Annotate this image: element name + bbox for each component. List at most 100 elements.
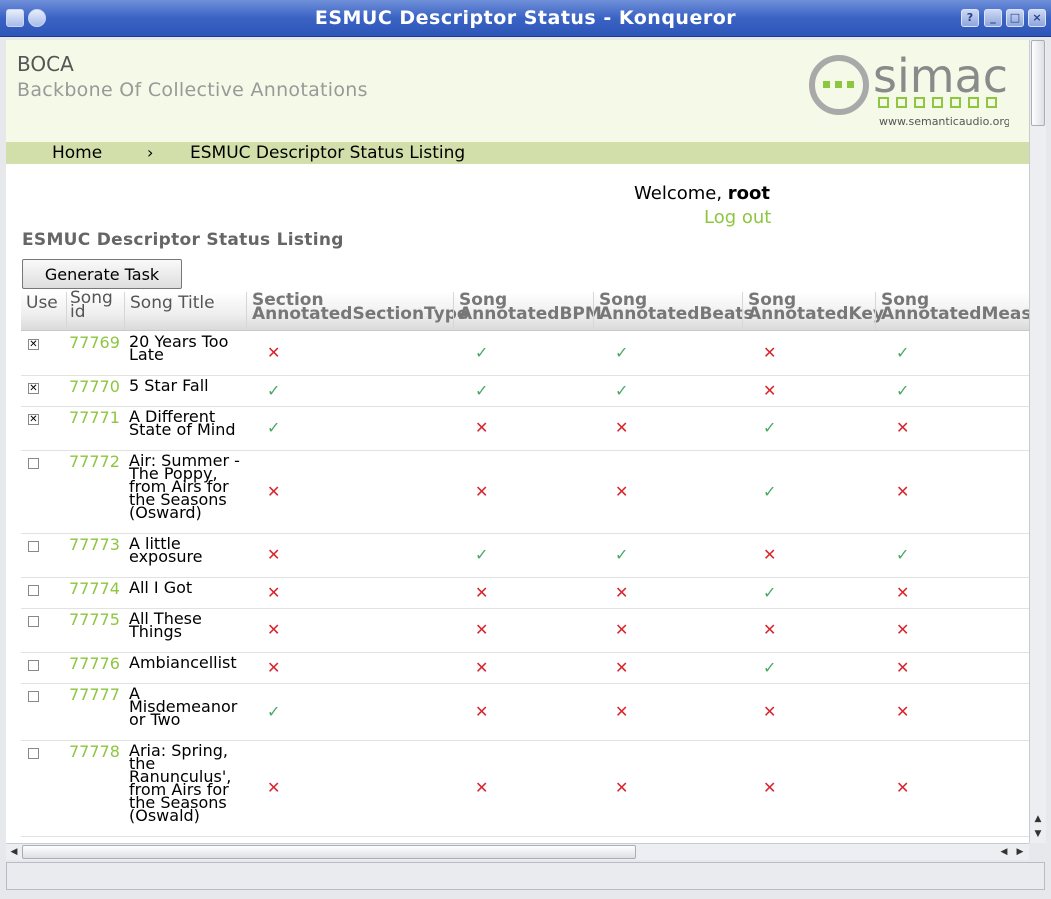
col-divider[interactable] (66, 292, 67, 330)
col-song-title[interactable]: Song Title (130, 293, 215, 313)
song-title: Ambiancellist (129, 653, 237, 672)
use-checkbox[interactable]: ✕ (28, 339, 39, 350)
col-divider[interactable] (453, 292, 454, 330)
logo-text: simac (873, 50, 1008, 103)
scroll-right-arrow-icon[interactable]: ▶ (1013, 845, 1027, 859)
col-divider[interactable] (742, 292, 743, 330)
song-id-link[interactable]: 77778 (69, 742, 120, 761)
cross-icon: ✕ (475, 778, 489, 797)
use-checkbox[interactable]: ✕ (28, 414, 39, 425)
check-icon: ✓ (615, 343, 629, 362)
simac-logo: simac www.semanticaudio.org (809, 50, 1009, 128)
cross-icon: ✕ (267, 620, 281, 639)
cross-icon: ✕ (615, 620, 629, 639)
minimize-icon[interactable]: _ (984, 9, 1002, 27)
horizontal-scrollbar[interactable]: ◀ ◀ ▶ (6, 843, 1029, 860)
site-subtitle: Backbone Of Collective Annotations (17, 79, 368, 101)
use-checkbox[interactable] (28, 585, 39, 596)
song-id-link[interactable]: 77774 (69, 579, 120, 598)
song-title: 5 Star Fall (129, 376, 209, 395)
col-divider[interactable] (593, 292, 594, 330)
horizontal-scroll-thumb[interactable] (22, 845, 636, 859)
generate-task-button[interactable]: Generate Task (22, 259, 182, 289)
song-title: A Different State of Mind (129, 407, 236, 439)
col-divider[interactable] (246, 292, 247, 330)
cross-icon: ✕ (896, 482, 910, 501)
scroll-down-arrow-icon[interactable]: ▼ (1031, 827, 1045, 841)
use-checkbox[interactable] (28, 616, 39, 627)
col-section-type-line2: AnnotatedSectionType (252, 304, 469, 324)
cross-icon: ✕ (475, 418, 489, 437)
song-id-link[interactable]: 77771 (69, 408, 120, 427)
breadcrumb-current: ESMUC Descriptor Status Listing (190, 143, 466, 163)
close-icon[interactable]: × (1028, 9, 1046, 27)
cross-icon: ✕ (267, 545, 281, 564)
maximize-icon[interactable]: □ (1006, 9, 1024, 27)
cross-icon: ✕ (763, 545, 777, 564)
col-divider[interactable] (124, 292, 125, 330)
use-checkbox[interactable] (28, 458, 39, 469)
cross-icon: ✕ (896, 702, 910, 721)
use-checkbox[interactable] (28, 691, 39, 702)
col-measures-line2: AnnotatedMeasur (881, 304, 1029, 324)
song-id-link[interactable]: 77773 (69, 535, 120, 554)
col-key-line2: AnnotatedKey (748, 304, 884, 324)
cross-icon: ✕ (475, 482, 489, 501)
cross-icon: ✕ (615, 702, 629, 721)
check-icon: ✓ (267, 381, 281, 400)
welcome-label: Welcome, (634, 183, 723, 204)
page-title: ESMUC Descriptor Status Listing (22, 230, 344, 250)
cross-icon: ✕ (267, 778, 281, 797)
col-song-id[interactable]: Song id (70, 290, 113, 321)
use-checkbox[interactable]: ✕ (28, 383, 39, 394)
cross-icon: ✕ (763, 620, 777, 639)
cross-icon: ✕ (896, 658, 910, 677)
col-beats-line2: AnnotatedBeats (599, 304, 754, 324)
use-checkbox[interactable] (28, 748, 39, 759)
col-section-type[interactable]: Section AnnotatedSectionType (252, 292, 469, 324)
song-id-link[interactable]: 77772 (69, 452, 120, 471)
breadcrumb-home-link[interactable]: Home (52, 143, 102, 163)
col-use[interactable]: Use (26, 293, 58, 313)
use-checkbox[interactable] (28, 660, 39, 671)
use-checkbox[interactable] (28, 541, 39, 552)
col-beats[interactable]: Song AnnotatedBeats (599, 292, 754, 324)
check-icon: ✓ (763, 658, 777, 677)
status-bar (6, 862, 1045, 890)
scroll-left-arrow-icon[interactable]: ◀ (7, 845, 21, 859)
check-icon: ✓ (615, 381, 629, 400)
song-title: 20 Years Too Late (129, 332, 229, 364)
cross-icon: ✕ (896, 620, 910, 639)
cross-icon: ✕ (475, 583, 489, 602)
col-key[interactable]: Song AnnotatedKey (748, 292, 884, 324)
table-row: 77772 Air: Summer - The Poppy, from Airs … (21, 450, 1029, 534)
song-id-link[interactable]: 77775 (69, 610, 120, 629)
song-title: A little exposure (129, 534, 203, 566)
cross-icon: ✕ (763, 343, 777, 362)
check-icon: ✓ (615, 545, 629, 564)
browser-window: ESMUC Descriptor Status - Konqueror ? _ … (0, 0, 1051, 899)
song-id-link[interactable]: 77769 (69, 333, 120, 352)
help-icon[interactable]: ? (961, 9, 979, 27)
logo-url: www.semanticaudio.org (879, 115, 1009, 128)
scroll-left-arrow-icon[interactable]: ◀ (997, 845, 1011, 859)
check-icon: ✓ (763, 583, 777, 602)
song-title: All These Things (129, 609, 202, 641)
vertical-scrollbar[interactable]: ▲ ▼ (1029, 40, 1046, 843)
vertical-scroll-thumb[interactable] (1031, 40, 1045, 126)
col-divider[interactable] (875, 292, 876, 330)
logout-link[interactable]: Log out (704, 207, 771, 228)
cross-icon: ✕ (896, 583, 910, 602)
song-title: A Misdemeanor or Two (129, 684, 238, 729)
song-id-link[interactable]: 77770 (69, 377, 120, 396)
song-id-link[interactable]: 77776 (69, 654, 120, 673)
song-title: Air: Summer - The Poppy, from Airs for t… (129, 451, 240, 522)
col-bpm[interactable]: Song AnnotatedBPM (459, 292, 602, 323)
table-row: 77776 Ambiancellist ✕ ✕ ✕ ✓ ✕ (21, 652, 1029, 684)
col-measures[interactable]: SongAnnotatedMeasur (881, 292, 1029, 324)
title-bar[interactable]: ESMUC Descriptor Status - Konqueror ? _ … (0, 0, 1051, 37)
scroll-up-arrow-icon[interactable]: ▲ (1031, 812, 1045, 826)
breadcrumb-separator: › (147, 143, 154, 162)
song-id-link[interactable]: 77777 (69, 685, 120, 704)
cross-icon: ✕ (763, 702, 777, 721)
